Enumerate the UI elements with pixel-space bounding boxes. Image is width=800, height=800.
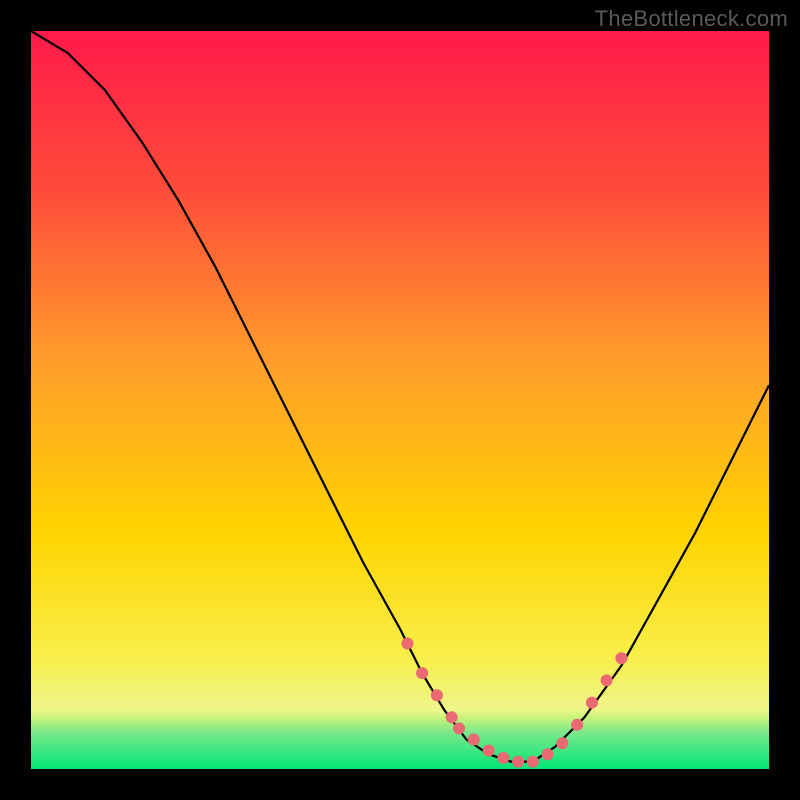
- highlight-dot: [497, 752, 509, 764]
- bottleneck-chart: [31, 31, 769, 769]
- watermark-text: TheBottleneck.com: [595, 6, 788, 32]
- highlight-dot: [446, 711, 458, 723]
- highlight-dot: [601, 674, 613, 686]
- highlight-dot: [453, 722, 465, 734]
- highlight-dot: [483, 745, 495, 757]
- highlight-dot: [615, 652, 627, 664]
- highlight-dot: [542, 748, 554, 760]
- highlight-dot: [527, 756, 539, 768]
- highlight-dot: [431, 689, 443, 701]
- highlight-dot: [556, 737, 568, 749]
- highlight-dot: [401, 638, 413, 650]
- highlight-dot: [468, 734, 480, 746]
- highlight-dot: [586, 697, 598, 709]
- highlight-dot: [416, 667, 428, 679]
- highlight-dot: [571, 719, 583, 731]
- highlight-dot: [512, 756, 524, 768]
